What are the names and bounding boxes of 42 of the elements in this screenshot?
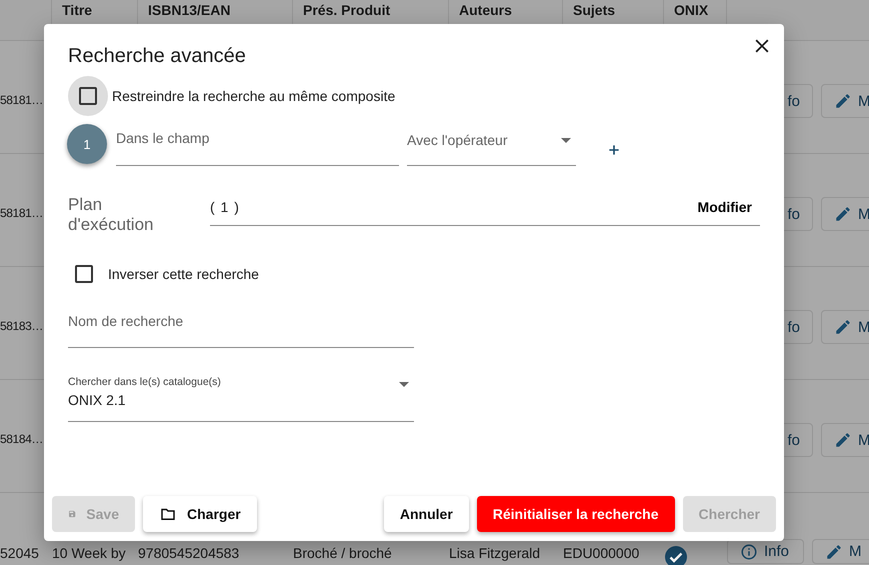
table-cell-text: EDU000000 (563, 544, 640, 561)
info-icon (740, 542, 758, 560)
modify-button[interactable]: Modifier (698, 198, 760, 214)
edit-button[interactable]: M (821, 310, 869, 344)
checkbox-label: Inverser cette recherche (108, 266, 259, 282)
pencil-icon (834, 92, 852, 110)
pencil-icon (834, 318, 852, 336)
section-label: Plan d'exécution (68, 195, 154, 235)
checkbox-label: Restreindre la recherche au même composite (112, 88, 396, 104)
info-button[interactable]: Info (727, 539, 804, 564)
edit-button[interactable]: M (821, 423, 869, 457)
field-value: ( 1 ) (210, 198, 240, 214)
caret-icon (561, 138, 571, 143)
table-cell-text: Lisa Fitzgerald (449, 544, 542, 561)
operator-select[interactable]: Avec l'opérateur (407, 128, 576, 166)
floating-label: Chercher dans le(s) catalogue(s) (68, 376, 221, 388)
table-cell-text: 58184… (0, 431, 43, 446)
name-input[interactable]: Nom de recherche (68, 308, 414, 348)
catalog-select[interactable]: Chercher dans le(s) catalogue(s) ONIX 2.1 (68, 376, 414, 422)
table-cell-text: 9780545204583 (138, 544, 240, 561)
dialog-title: Recherche avancée (68, 45, 246, 68)
checkbox[interactable] (79, 87, 97, 105)
table-cell-text: 58183… (0, 318, 43, 333)
cancel-button[interactable]: Annuler (384, 496, 469, 532)
edit-button[interactable]: M (821, 197, 869, 231)
table-cell-text: Broché / broché (293, 544, 393, 561)
checkbox[interactable] (75, 265, 93, 283)
edit-button[interactable]: M (812, 539, 869, 564)
table-cell-text: 58181… (0, 205, 43, 220)
pencil-icon (834, 431, 852, 449)
field-input[interactable]: Dans le champ (116, 128, 399, 166)
table-cell-text: 10 Week by (52, 544, 127, 561)
caret-icon (399, 382, 409, 387)
table-cell-text: 58181… (0, 92, 43, 107)
edit-button[interactable]: M (821, 84, 869, 118)
pencil-icon (825, 542, 843, 560)
table-cell-text: 52045 (0, 544, 40, 561)
reset-button[interactable]: Réinitialiser la recherche (476, 496, 675, 532)
pencil-icon (834, 205, 852, 223)
load-button[interactable]: Charger (143, 496, 257, 532)
step-badge: 1 (67, 124, 107, 164)
select-value: ONIX 2.1 (68, 392, 127, 408)
